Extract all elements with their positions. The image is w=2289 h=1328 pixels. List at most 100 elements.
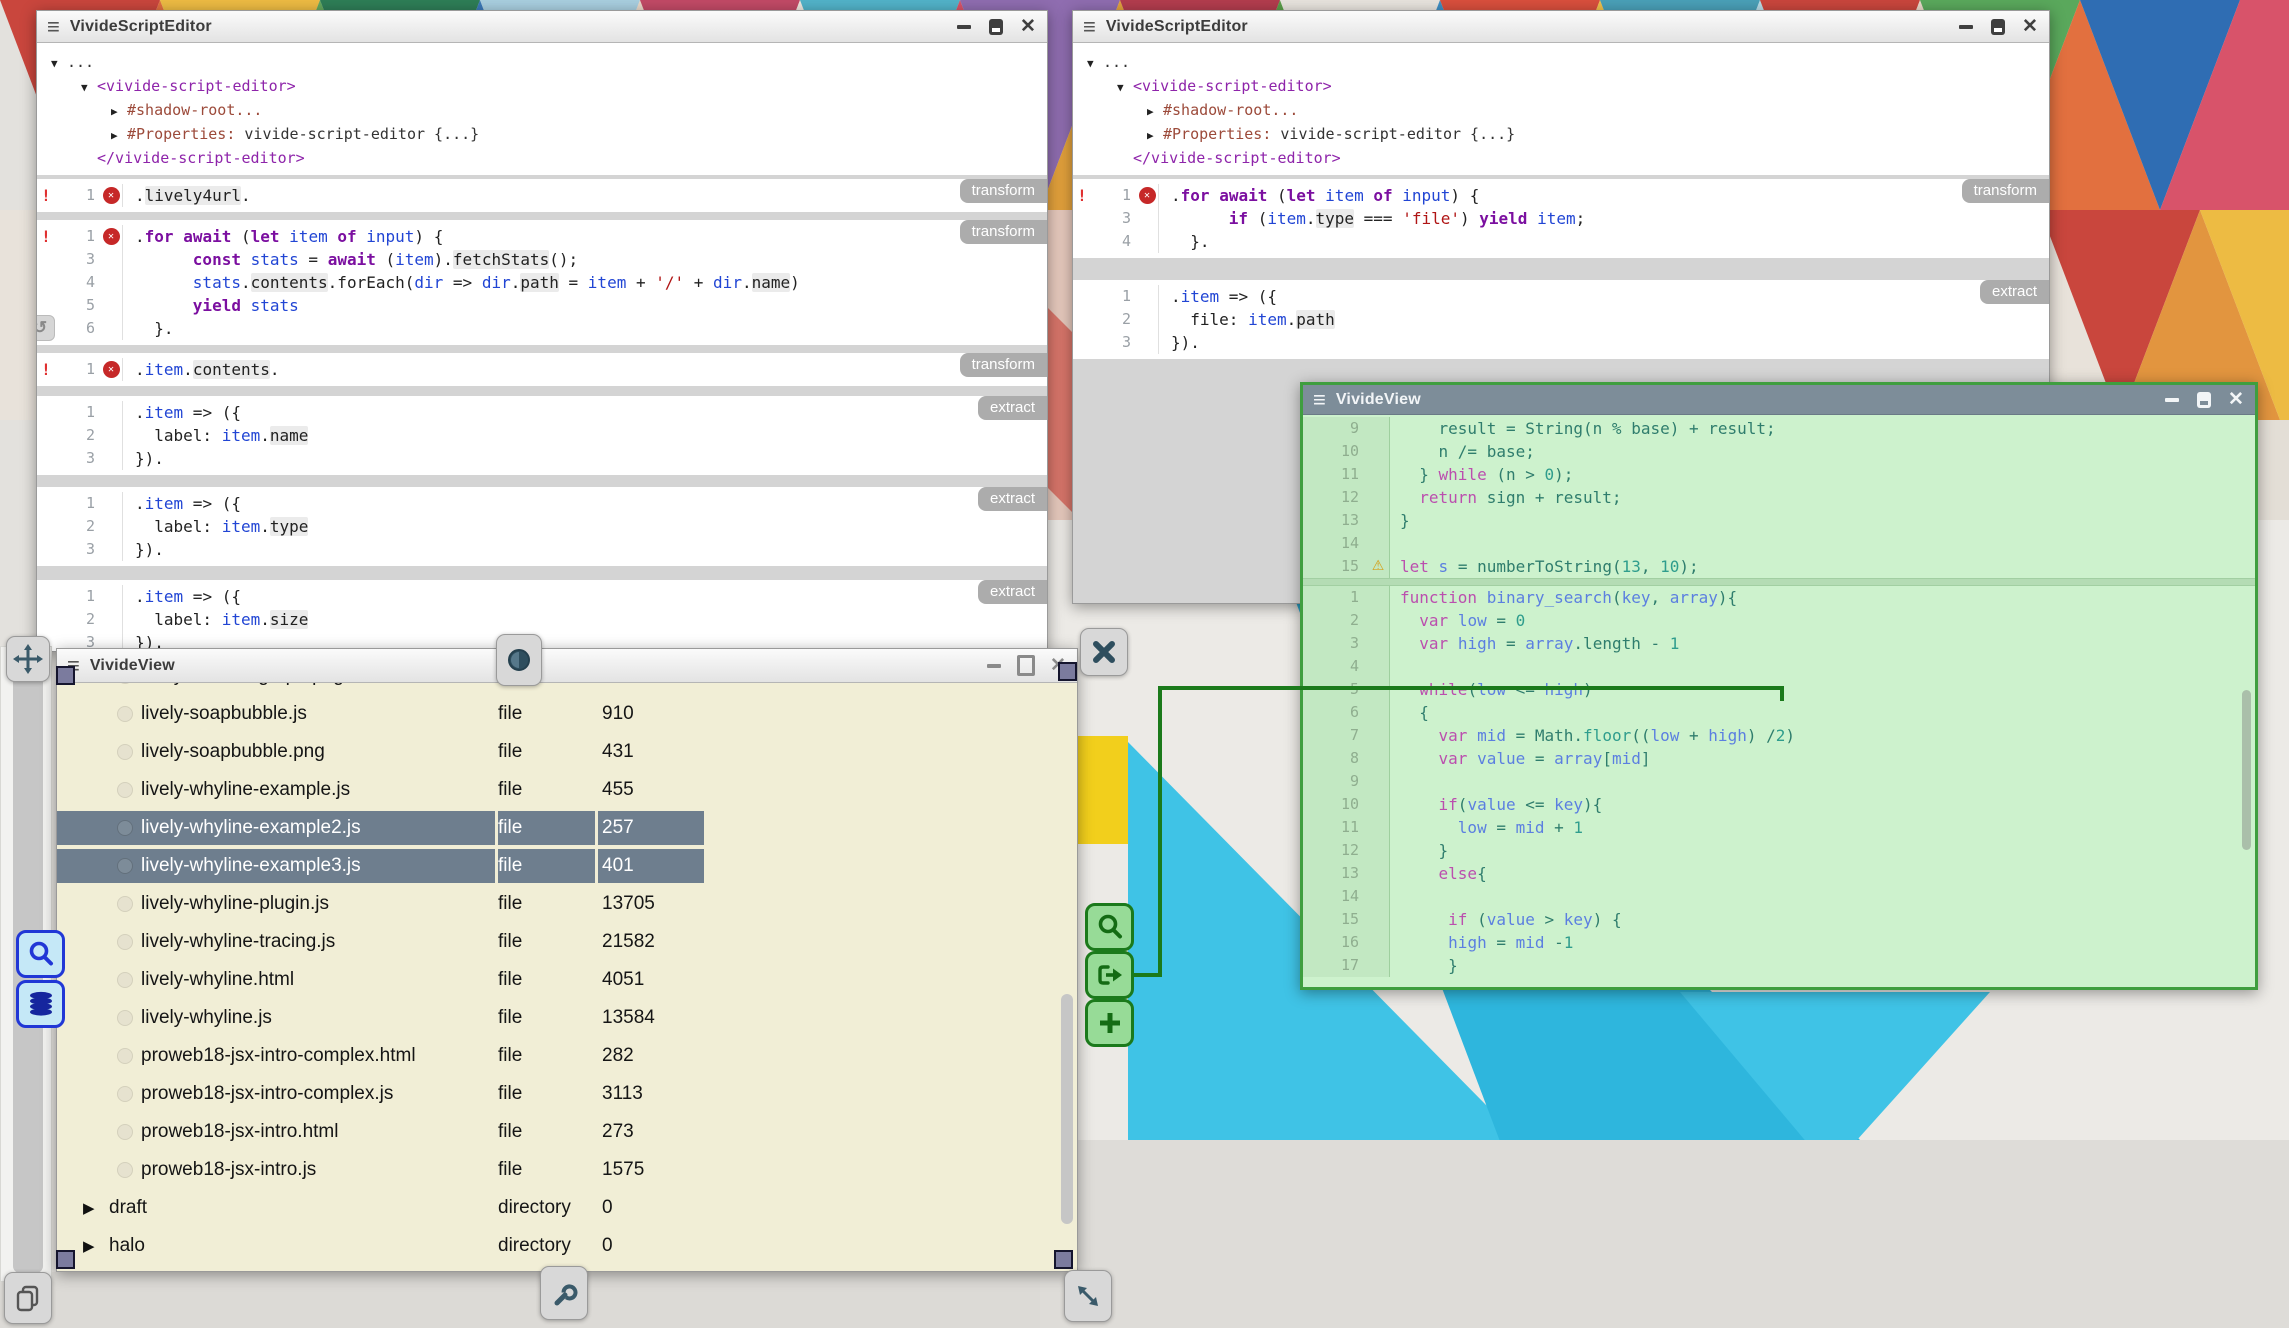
list-item[interactable]: lively-whyline-plugin.jsfile13705 [57,885,1077,923]
close-button[interactable]: ✕ [1019,18,1037,36]
list-scrollbar-thumb[interactable] [1061,994,1073,1224]
code-line[interactable]: .item => ({ [123,585,241,608]
code-line[interactable]: label: item.size [123,608,308,631]
script-type-badge[interactable]: transform [960,220,1047,244]
code-line[interactable]: }. [1159,230,1210,253]
code-line[interactable] [1389,532,2255,555]
code-line[interactable]: else{ [1389,862,2255,885]
list-item[interactable]: proweb18-jsx-intro.htmlfile273 [57,1113,1077,1151]
code-line[interactable]: }). [1159,331,1200,354]
code-line[interactable]: let s = numberToString(13, 10); [1389,555,2255,578]
list-item[interactable]: lively-whyline.jsfile13584 [57,999,1077,1037]
code-line[interactable]: .item => ({ [123,401,241,424]
item-bullet-icon[interactable] [117,896,133,912]
collapse-arrow-icon[interactable]: ▼ [81,77,97,99]
dom-tree-node[interactable]: ▼<vivide-script-editor> [1087,75,2049,99]
list-item[interactable]: proweb18-jsx-intro-complex.jsfile3113 [57,1075,1077,1113]
code-line[interactable]: } [1389,509,2255,532]
code-line[interactable]: label: item.name [123,424,308,447]
window-menu-icon[interactable]: ≡ [47,16,60,38]
dom-tree-node[interactable]: ▼... [1087,51,2049,75]
script-step[interactable]: 1.item => ({2 label: item.size3}).extrac… [37,580,1047,651]
list-item[interactable]: lively-whyline.htmlfile4051 [57,961,1077,999]
script-step[interactable]: !1✕.item.contents.transform [37,353,1047,386]
code-line[interactable]: const stats = await (item).fetchStats(); [123,248,578,271]
code-line[interactable]: if (value > key) { [1389,908,2255,931]
collapse-arrow-icon[interactable]: ▼ [1117,77,1133,99]
list-item[interactable]: lively-module-graph.pngfile41904 [57,683,1077,695]
script-step[interactable]: 1.item => ({2 label: item.type3}).extrac… [37,487,1047,566]
resize-handle-bottom-left[interactable] [56,1250,75,1269]
list-item[interactable]: lively-whyline-example2.jsfile257 [57,809,1077,847]
script-type-badge[interactable]: transform [960,179,1047,203]
list-item[interactable]: lively-soapbubble.pngfile431 [57,733,1077,771]
titlebar[interactable]: ≡ VivideView ✕ [1303,385,2255,415]
item-bullet-icon[interactable] [117,820,133,836]
minimize-button[interactable] [985,657,1003,675]
dom-tree-node[interactable]: ▶#shadow-root... [51,99,1047,123]
halo-resize-button[interactable] [1064,1270,1112,1322]
script-step[interactable]: !1✕.for await (let item of input) {3 con… [37,220,1047,345]
list-item[interactable]: proweb18-jsx-intro.jsfile1575 [57,1151,1077,1189]
code-line[interactable]: while(low <= high) [1389,678,2255,701]
undo-icon[interactable]: ↺ [37,315,55,341]
code-line[interactable]: return sign + result; [1389,486,2255,509]
code-line[interactable]: .item => ({ [1159,285,1277,308]
list-item[interactable]: lively-soapbubble.jsfile910 [57,695,1077,733]
item-bullet-icon[interactable] [117,706,133,722]
error-icon[interactable]: ✕ [103,361,120,378]
code-line[interactable] [1389,655,2255,678]
dom-tree-node[interactable]: ▼<vivide-script-editor> [51,75,1047,99]
code-line[interactable]: var low = 0 [1389,609,2255,632]
script-type-badge[interactable]: extract [1980,280,2049,304]
add-script-button[interactable] [1085,999,1134,1047]
code-line[interactable]: .item.contents. [123,358,280,381]
list-item[interactable]: proweb18-jsx-intro-complex.htmlfile282 [57,1037,1077,1075]
dom-inspector-tree[interactable]: ▼...▼<vivide-script-editor>▶#shadow-root… [37,43,1047,175]
code-line[interactable]: if (item.type === 'file') yield item; [1159,207,1585,230]
code-line[interactable]: .for await (let item of input) { [123,225,443,248]
maximize-button[interactable] [1017,657,1035,675]
expand-arrow-icon[interactable]: ▶ [111,125,127,147]
item-bullet-icon[interactable] [117,1010,133,1026]
expand-arrow-icon[interactable]: ▶ [83,1237,103,1255]
code-line[interactable]: }. [123,317,174,340]
code-line[interactable]: n /= base; [1389,440,2255,463]
code-line[interactable]: } [1389,839,2255,862]
code-line[interactable]: result = String(n % base) + result; [1389,417,2255,440]
code-scrollbar-thumb[interactable] [2242,690,2251,850]
code-line[interactable]: } [1389,954,2255,977]
code-line[interactable]: high = mid -1 [1389,931,2255,954]
code-line[interactable]: } while (n > 0); [1389,463,2255,486]
code-line[interactable]: .lively4url. [123,184,251,207]
window-menu-icon[interactable]: ≡ [1313,389,1326,411]
script-type-badge[interactable]: transform [1962,179,2049,203]
code-line[interactable]: low = mid + 1 [1389,816,2255,839]
script-step[interactable]: !1✕.for await (let item of input) {3 if … [1073,179,2049,258]
code-line[interactable]: label: item.type [123,515,308,538]
window-menu-icon[interactable]: ≡ [1083,16,1096,38]
code-line[interactable]: file: item.path [1159,308,1335,331]
item-bullet-icon[interactable] [117,744,133,760]
resize-handle-top-right[interactable] [1058,662,1077,681]
expand-arrow-icon[interactable]: ▶ [83,1199,103,1217]
collapse-arrow-icon[interactable]: ▼ [1087,53,1103,75]
maximize-button[interactable] [987,18,1005,36]
close-button[interactable]: ✕ [2227,391,2245,409]
dom-inspector-tree[interactable]: ▼...▼<vivide-script-editor>▶#shadow-root… [1073,43,2049,175]
script-step[interactable]: 1.item => ({2 file: item.path3}).extract [1073,280,2049,359]
item-bullet-icon[interactable] [117,1086,133,1102]
collapse-arrow-icon[interactable]: ▼ [51,53,67,75]
list-item[interactable]: ▶draftdirectory0 [57,1189,1077,1227]
code-line[interactable]: .for await (let item of input) { [1159,184,1479,207]
dom-tree-node[interactable]: ▶#shadow-root... [1087,99,2049,123]
script-step[interactable]: 1.item => ({2 label: item.name3}).extrac… [37,396,1047,475]
error-icon[interactable]: ✕ [103,187,120,204]
halo-close-button[interactable] [1080,628,1128,676]
script-type-badge[interactable]: transform [960,353,1047,377]
expand-arrow-icon[interactable]: ▶ [1147,125,1163,147]
item-bullet-icon[interactable] [117,972,133,988]
code-line[interactable]: var value = array[mid] [1389,747,2255,770]
code-line[interactable]: stats.contents.forEach(dir => dir.path =… [123,271,800,294]
code-line[interactable]: .item => ({ [123,492,241,515]
